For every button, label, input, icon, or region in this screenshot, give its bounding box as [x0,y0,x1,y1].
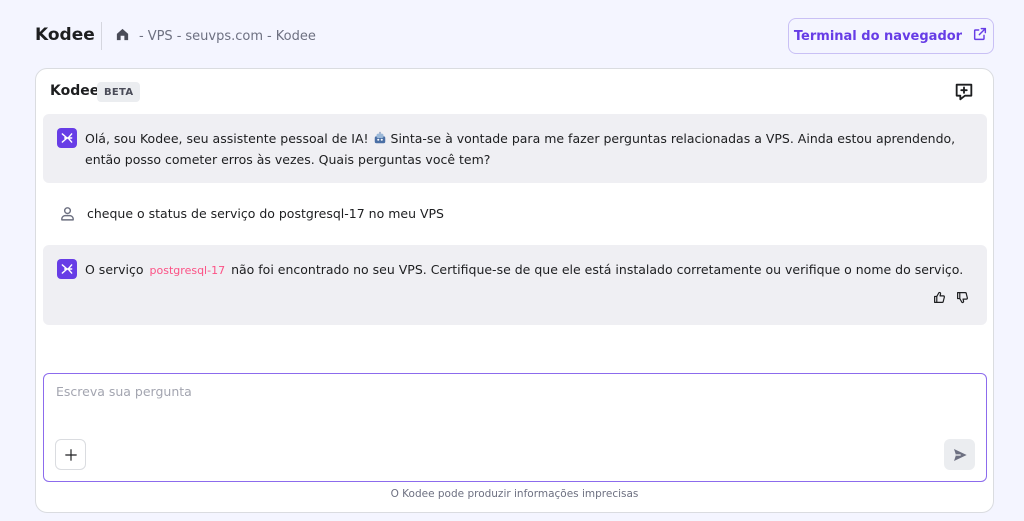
bot-intro-text: Olá, sou Kodee, seu assistente pessoal d… [85,131,373,146]
kodee-bot-icon [57,259,77,279]
breadcrumb-item-domain[interactable]: seuvps.com [185,29,263,44]
bot-reply-text: O serviço postgresql-17 não foi encontrado… [85,259,967,281]
breadcrumb-separator: - [139,29,144,44]
new-chat-icon[interactable] [953,81,975,103]
bot-reply-pre: O serviço [85,262,144,277]
breadcrumb: - VPS - seuvps.com - Kodee [115,27,316,46]
bot-message: Olá, sou Kodee, seu assistente pessoal d… [43,114,987,183]
header-divider [101,22,102,50]
plus-icon [64,448,77,461]
robot-emoji-icon [374,131,385,144]
breadcrumb-separator: - [267,29,272,44]
home-icon[interactable] [115,27,135,46]
external-link-icon [972,26,988,46]
add-attachment-button[interactable] [55,439,86,470]
app-title: Kodee [35,25,95,45]
question-input-box [43,373,987,482]
thumbs-down-icon[interactable] [956,289,969,308]
breadcrumb-separator: - [176,29,182,44]
kodee-bot-icon [57,128,77,148]
thumbs-up-icon[interactable] [933,289,946,308]
bot-reply-post: não foi encontrado no seu VPS. Certifiqu… [231,262,964,277]
bot-message: O serviço postgresql-17 não foi encontrado… [43,245,987,325]
bot-message-text: Olá, sou Kodee, seu assistente pessoal d… [85,128,967,170]
question-input[interactable] [56,384,956,434]
beta-badge: BETA [97,82,141,102]
page-header: Kodee - VPS - seuvps.com - Kodee Termina… [0,0,1024,70]
browser-terminal-button[interactable]: Terminal do navegador [788,18,994,54]
panel-title: Kodee [50,83,100,99]
user-message: cheque o status de serviço do postgresql… [57,203,444,223]
kodee-chat-panel: Kodee BETA Olá, sou Kodee, seu assistent… [35,68,994,513]
send-icon [953,448,967,461]
user-message-text: cheque o status de serviço do postgresql… [87,205,444,221]
service-code: postgresql-17 [149,264,226,277]
send-button[interactable] [944,439,975,470]
terminal-button-label: Terminal do navegador [793,28,963,44]
feedback-buttons [933,289,969,308]
breadcrumb-item-kodee: Kodee [275,29,316,44]
user-icon [57,203,77,223]
disclaimer-text: O Kodee pode produzir informações imprec… [390,488,639,500]
breadcrumb-item-vps[interactable]: VPS [148,29,173,44]
